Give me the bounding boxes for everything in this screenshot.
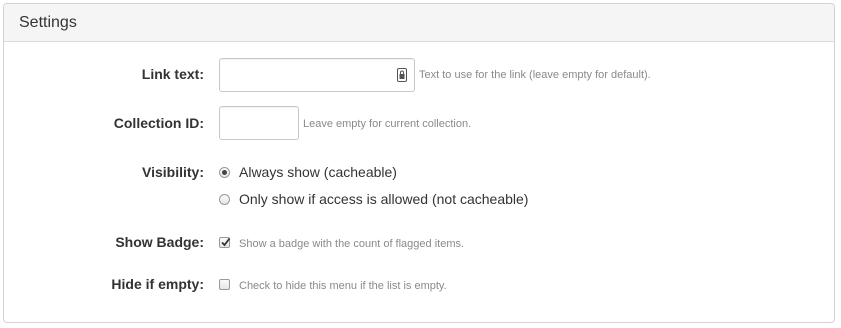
collection-id-label: Collection ID: bbox=[113, 115, 204, 131]
link-text-input[interactable] bbox=[219, 58, 415, 92]
link-text-row: Link text: Text to use for the link (lea… bbox=[4, 58, 834, 92]
show-badge-row: Show Badge: Show a badge with the count … bbox=[4, 232, 834, 254]
always-show-radio-label[interactable]: Always show (cacheable) bbox=[239, 164, 397, 180]
only-show-if-allowed-radio-label[interactable]: Only show if access is allowed (not cach… bbox=[239, 191, 528, 207]
collection-id-help: Leave empty for current collection. bbox=[303, 118, 472, 130]
always-show-radio[interactable] bbox=[219, 167, 230, 178]
show-badge-label: Show Badge: bbox=[115, 234, 204, 250]
collection-id-input[interactable] bbox=[219, 106, 299, 140]
link-text-help: Text to use for the link (leave empty fo… bbox=[419, 69, 651, 81]
password-manager-icon[interactable] bbox=[397, 68, 407, 82]
show-badge-checkbox[interactable] bbox=[219, 237, 231, 248]
hide-if-empty-label: Hide if empty: bbox=[111, 276, 204, 292]
hide-if-empty-help: Check to hide this menu if the list is e… bbox=[239, 280, 447, 292]
settings-panel: Settings Link text: Text to use for the … bbox=[3, 3, 835, 323]
collection-id-row: Collection ID: Leave empty for current c… bbox=[4, 106, 834, 140]
checkmark-icon bbox=[221, 237, 231, 247]
link-text-label: Link text: bbox=[141, 66, 204, 82]
hide-if-empty-checkbox[interactable] bbox=[219, 279, 230, 290]
show-badge-help: Show a badge with the count of flagged i… bbox=[239, 238, 465, 250]
only-show-if-allowed-radio[interactable] bbox=[219, 194, 230, 205]
visibility-label: Visibility: bbox=[142, 164, 204, 180]
panel-title: Settings bbox=[4, 4, 834, 42]
visibility-row: Visibility: Always show (cacheable) Only… bbox=[4, 162, 834, 212]
hide-if-empty-row: Hide if empty: Check to hide this menu i… bbox=[4, 274, 834, 296]
